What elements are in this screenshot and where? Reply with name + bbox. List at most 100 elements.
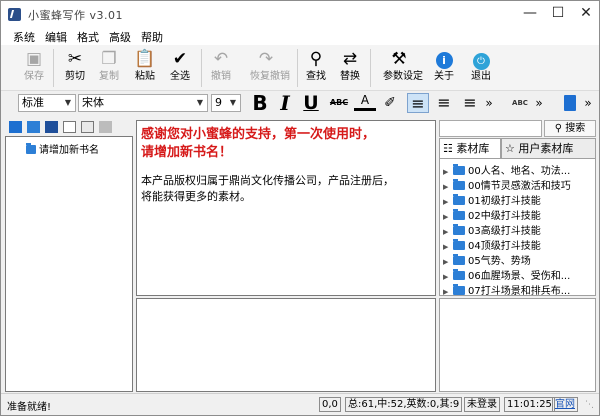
tree-item[interactable]: ▶ 02中级打斗技能 [443,207,541,222]
redo-button[interactable]: ↷ 恢复撤销 [250,48,290,88]
clipboard-icon: 📋 [134,49,156,69]
highlight-icon[interactable]: ✐ [379,93,401,113]
copy-button[interactable]: ❐ 复制 [93,48,125,88]
book-tree-toolbar [5,119,132,135]
more-toolbar-button[interactable]: » [581,93,595,113]
trash-icon[interactable] [99,121,112,133]
replace-button[interactable]: ⇄ 替换 [334,48,366,88]
tab-user-material[interactable]: ☆ 用户素材库 [501,138,596,158]
folder-icon [453,239,465,250]
search-button[interactable]: ⚲ 搜索 [544,120,596,137]
chevron-down-icon: ▼ [64,98,72,107]
settings-button[interactable]: ⚒ 参数设定 [383,48,423,88]
format-toolbar: 标准 ▼ 宋体 ▼ 9 ▼ B I U ABC A ✐ ≡ ≡ ≡ » ABC … [1,91,599,115]
folder-icon [453,254,465,265]
tree-item[interactable]: ▶ 03高级打斗技能 [443,222,541,237]
bold-button[interactable]: B [249,93,271,113]
close-icon[interactable]: ✕ [575,3,597,23]
open-folder-icon[interactable] [45,121,58,133]
menu-format[interactable]: 格式 [77,29,99,45]
login-status: 未登录 [464,397,500,412]
underline-button[interactable]: U [300,93,322,113]
editor-area[interactable]: 感谢您对小蜜蜂的支持，第一次使用时， 请增加新书名！ 本产品版权归属于鼎尚文化传… [136,120,436,296]
book-icon [26,143,36,154]
welcome-line-1: 感谢您对小蜜蜂的支持，第一次使用时， [141,127,376,142]
style-select[interactable]: 标准 ▼ [18,94,76,112]
resize-grip-icon[interactable]: ⋱ [585,400,595,410]
minimize-icon[interactable]: — [519,3,541,23]
folder-icon [453,209,465,220]
copy-icon: ❐ [101,49,117,69]
paste-button[interactable]: 📋 粘贴 [129,48,161,88]
font-color-button[interactable]: A [354,93,376,111]
expand-arrow-icon: ▶ [443,183,449,191]
notes-area[interactable] [136,298,436,392]
italic-button[interactable]: I [274,93,296,113]
search-icon: ⚲ [554,123,563,134]
tree-item[interactable]: ▶ 07打斗场景和排兵布... [443,282,570,297]
welcome-line-2: 请增加新书名！ [141,145,233,160]
folder-icon [453,284,465,295]
tree-item[interactable]: ▶ 05气势、势场 [443,252,531,267]
document-icon[interactable] [63,121,76,133]
window-title: 小蜜蜂写作 v3.01 [28,9,123,22]
menu-help[interactable]: 帮助 [141,29,163,45]
properties-icon[interactable] [81,121,94,133]
material-preview-area[interactable] [439,298,596,392]
title-bar: 小蜜蜂写作 v3.01 — ☐ ✕ [1,1,599,27]
undo-icon: ↶ [213,49,229,69]
about-button[interactable]: i 关于 [428,48,460,88]
expand-arrow-icon: ▶ [443,273,449,281]
clock: 11:01:25 [504,397,555,412]
find-button[interactable]: ⚲ 查找 [300,48,332,88]
expand-arrow-icon: ▶ [443,288,449,296]
align-left-button[interactable]: ≡ [407,93,429,113]
tree-item[interactable]: ▶ 00人名、地名、功法... [443,162,570,177]
tree-item[interactable]: ▶ 01初级打斗技能 [443,192,541,207]
spell-check-button[interactable]: ABC [509,93,531,113]
info-icon: i [428,48,460,70]
tree-item[interactable]: ▶ 00情节灵感激活和技巧 [443,177,571,192]
power-icon: ⏻ [465,48,497,70]
website-link[interactable]: 官网 [552,397,578,412]
panel-toggle-button[interactable] [559,93,581,113]
tree-item[interactable]: ▶ 06血腥场景、受伤和... [443,267,570,282]
more-toolbar-button[interactable]: » [482,93,496,113]
folder-icon [453,194,465,205]
toolbar-separator [370,49,371,87]
tools-icon: ⚒ [391,49,407,69]
cut-button[interactable]: ✂ 剪切 [59,48,91,88]
copyright-line-2: 将能获得更多的素材。 [141,190,251,203]
toolbar-separator [297,49,298,87]
select-all-button[interactable]: ✔ 全选 [164,48,196,88]
menu-system[interactable]: 系统 [13,29,35,45]
exit-button[interactable]: ⏻ 退出 [465,48,497,88]
menu-advanced[interactable]: 高级 [109,29,131,45]
expand-arrow-icon: ▶ [443,228,449,236]
book-tree-panel: 请增加新书名 [5,136,133,392]
font-size-select[interactable]: 9 ▼ [211,94,241,112]
tab-material-library[interactable]: ☷ 素材库 [439,138,501,158]
chevron-down-icon: ▼ [229,98,237,107]
save-button[interactable]: ▣ 保存 [18,48,50,88]
material-search-input[interactable] [439,120,542,137]
new-book-icon[interactable] [9,121,22,133]
toolbar-separator [201,49,202,87]
expand-arrow-icon: ▶ [443,243,449,251]
strikethrough-button[interactable]: ABC [326,93,352,113]
library-icon: ☷ [443,142,453,155]
material-tabs: ☷ 素材库 ☆ 用户素材库 [439,138,596,158]
material-tree-panel: ▶ 00人名、地名、功法... ▶ 00情节灵感激活和技巧 ▶ 01初级打斗技能 ▶ 0… [439,158,596,297]
main-toolbar: ▣ 保存 ✂ 剪切 ❐ 复制 📋 粘贴 ✔ 全选 ↶ 撤销 ↷ 恢复撤销 ⚲ 查… [1,45,599,91]
align-right-button[interactable]: ≡ [459,93,481,113]
menu-edit[interactable]: 编辑 [45,29,67,45]
more-toolbar-button[interactable]: » [532,93,546,113]
folder-icon[interactable] [27,121,40,133]
maximize-icon[interactable]: ☐ [547,3,569,23]
tree-item[interactable]: 请增加新书名 [26,141,99,156]
font-select[interactable]: 宋体 ▼ [78,94,208,112]
double-check-icon: ✔ [172,49,188,69]
undo-button[interactable]: ↶ 撤销 [205,48,237,88]
align-center-button[interactable]: ≡ [433,93,455,113]
tree-item[interactable]: ▶ 04顶级打斗技能 [443,237,541,252]
